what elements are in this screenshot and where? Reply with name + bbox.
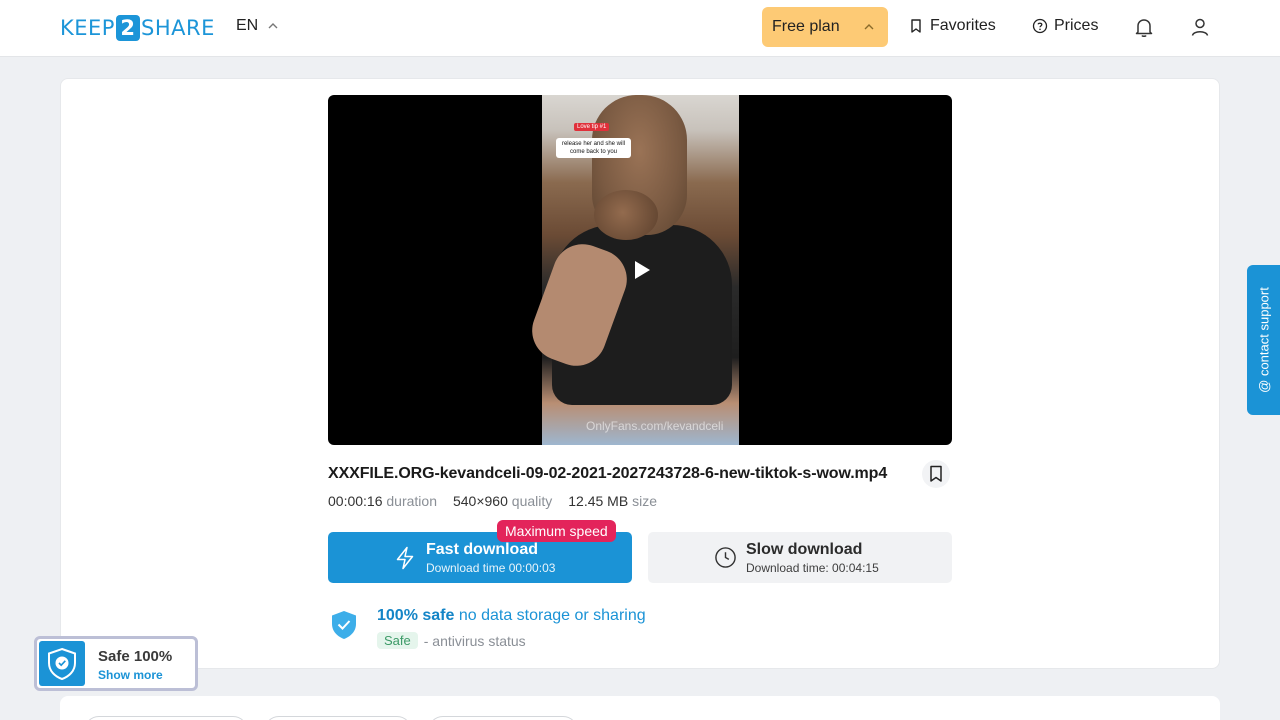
fast-download-title: Fast download	[426, 541, 538, 558]
logo-text-right: SHARE	[140, 16, 215, 40]
tag-pill[interactable]	[428, 716, 578, 720]
video-watermark: OnlyFans.com/kevandceli	[586, 419, 724, 433]
safety-statement: 100% safe no data storage or sharing	[377, 607, 646, 625]
quality-value: 540×960	[452, 493, 508, 509]
prices-link[interactable]: Prices	[1032, 17, 1098, 35]
bookmark-icon	[930, 465, 942, 482]
maximum-speed-badge: Maximum speed	[497, 520, 616, 542]
quality-meta: 540×960 quality	[453, 493, 552, 509]
video-figure-bun	[594, 190, 658, 240]
tag-pill[interactable]	[84, 716, 248, 720]
chevron-up-icon	[268, 23, 278, 29]
tag-pill[interactable]	[264, 716, 412, 720]
slow-download-time: Download time: 00:04:15	[746, 561, 879, 575]
logo-number: 2	[115, 15, 140, 41]
show-more-link[interactable]: Show more	[98, 668, 163, 682]
keep2share-logo[interactable]: KEEP 2 SHARE	[60, 14, 215, 42]
favorites-label: Favorites	[930, 17, 996, 34]
lightning-icon	[396, 546, 414, 570]
bookmark-icon	[911, 19, 921, 33]
slow-download-button[interactable]: Slow download Download time: 00:04:15	[648, 532, 952, 583]
duration-label: duration	[386, 493, 437, 509]
safe-widget-badge	[39, 641, 85, 686]
bell-icon[interactable]	[1132, 15, 1156, 39]
video-caption-tag: Love tip #1	[574, 123, 610, 131]
safety-rest: no data storage or sharing	[458, 607, 646, 624]
shield-check-icon	[332, 611, 356, 639]
plan-label: Free plan	[772, 18, 840, 35]
shield-check-icon	[48, 647, 76, 680]
language-label: EN	[236, 17, 259, 34]
fast-download-time: Download time 00:00:03	[426, 561, 556, 575]
play-icon[interactable]	[633, 260, 651, 280]
clock-icon	[715, 547, 736, 568]
duration-meta: 00:00:16 duration	[328, 493, 437, 509]
size-label: size	[632, 493, 657, 509]
add-to-favorites-button[interactable]	[922, 460, 950, 488]
file-name: XXXFILE.ORG-kevandceli-09-02-2021-202724…	[328, 465, 888, 482]
antivirus-status-label: - antivirus status	[423, 632, 526, 649]
safe-chip: Safe	[377, 632, 418, 649]
contact-support-tab[interactable]: @ contact support	[1247, 265, 1280, 415]
free-plan-button[interactable]: Free plan	[762, 7, 888, 47]
safe-widget-title: Safe 100%	[98, 648, 173, 665]
file-meta: 00:00:16 duration 540×960 quality 12.45 …	[328, 493, 657, 509]
prices-label: Prices	[1054, 17, 1099, 34]
antivirus-status: Safe - antivirus status	[377, 632, 526, 649]
help-circle-icon	[1032, 18, 1048, 34]
bottom-card	[60, 696, 1220, 720]
size-value: 12.45 MB	[568, 493, 629, 509]
video-player[interactable]: Love tip #1 release her and she will com…	[328, 95, 952, 445]
top-header: KEEP 2 SHARE EN Free plan Favorites Prices	[0, 0, 1280, 57]
language-selector[interactable]: EN	[236, 17, 278, 35]
duration-value: 00:00:16	[328, 493, 383, 509]
video-caption-text: release her and she will come back to yo…	[556, 138, 631, 158]
slow-download-title: Slow download	[746, 541, 863, 558]
quality-label: quality	[511, 493, 553, 509]
favorites-link[interactable]: Favorites	[908, 17, 996, 35]
size-meta: 12.45 MB size	[568, 493, 657, 509]
safe-widget[interactable]: Safe 100% Show more	[34, 636, 198, 691]
user-icon[interactable]	[1188, 15, 1212, 39]
safety-strong: 100% safe	[377, 607, 455, 624]
logo-text-left: KEEP	[60, 16, 115, 40]
contact-support-label: @ contact support	[1256, 287, 1271, 393]
chevron-up-icon	[864, 24, 874, 30]
